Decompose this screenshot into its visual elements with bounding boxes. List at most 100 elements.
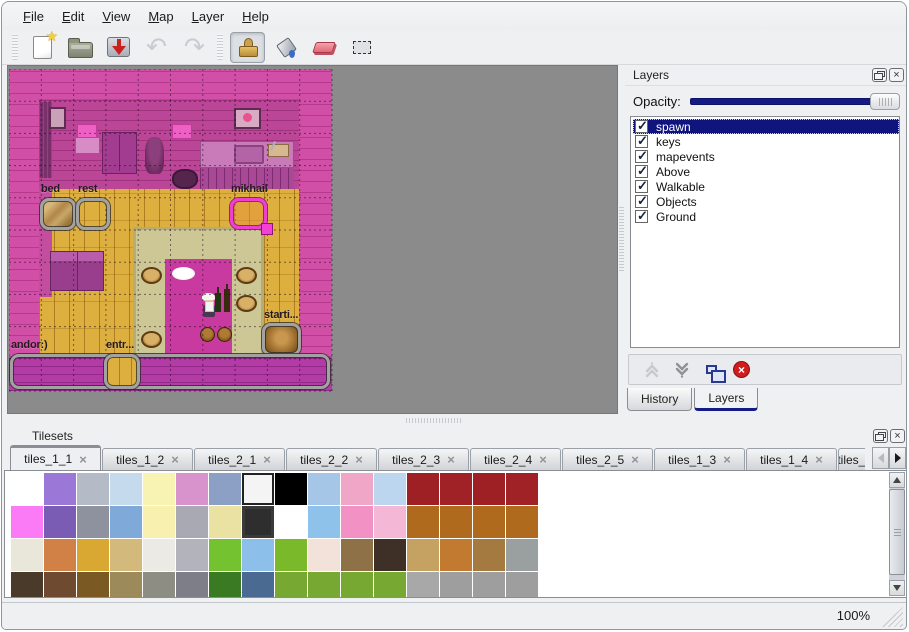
palette-tile-16[interactable] xyxy=(11,506,43,538)
palette-tile-49[interactable] xyxy=(44,572,76,598)
palette-tile-31[interactable] xyxy=(506,506,538,538)
tile-palette[interactable] xyxy=(4,470,907,598)
palette-tile-19[interactable] xyxy=(110,506,142,538)
layer-list[interactable]: spawnkeysmapeventsAboveWalkableObjectsGr… xyxy=(630,116,900,348)
layer-row-keys[interactable]: keys xyxy=(633,134,899,149)
tileset-tab-tiles_1_4[interactable]: tiles_1_4× xyxy=(746,448,837,470)
tileset-tab-tiles_2_3[interactable]: tiles_2_3× xyxy=(378,448,469,470)
palette-tile-12[interactable] xyxy=(407,473,439,505)
palette-tile-32[interactable] xyxy=(11,539,43,571)
palette-tile-51[interactable] xyxy=(110,572,142,598)
tileset-tab-tiles_1_[interactable]: tiles_1_ xyxy=(838,448,865,470)
layer-row-spawn[interactable]: spawn xyxy=(633,119,899,134)
palette-tile-45[interactable] xyxy=(440,539,472,571)
palette-tile-47[interactable] xyxy=(506,539,538,571)
eraser-button[interactable] xyxy=(306,32,341,63)
palette-tile-53[interactable] xyxy=(176,572,208,598)
palette-tile-6[interactable] xyxy=(209,473,241,505)
map-object-mikhail[interactable] xyxy=(230,198,267,229)
new-file-button[interactable] xyxy=(25,32,60,63)
palette-tile-4[interactable] xyxy=(143,473,175,505)
open-folder-button[interactable] xyxy=(63,32,98,63)
palette-tile-33[interactable] xyxy=(44,539,76,571)
palette-tile-0[interactable] xyxy=(11,473,43,505)
close-tab-icon[interactable]: × xyxy=(447,453,455,466)
palette-tile-24[interactable] xyxy=(275,506,307,538)
tileset-tab-tiles_2_1[interactable]: tiles_2_1× xyxy=(194,448,285,470)
palette-tile-46[interactable] xyxy=(473,539,505,571)
palette-tile-3[interactable] xyxy=(110,473,142,505)
close-tab-icon[interactable]: × xyxy=(723,453,731,466)
menu-view[interactable]: View xyxy=(93,6,139,27)
palette-tile-55[interactable] xyxy=(242,572,274,598)
save-button[interactable] xyxy=(101,32,136,63)
palette-tile-39[interactable] xyxy=(242,539,274,571)
layer-visibility-checkbox[interactable] xyxy=(635,210,648,223)
duplicate-layer-button[interactable] xyxy=(702,360,721,379)
tileset-tab-tiles_2_2[interactable]: tiles_2_2× xyxy=(286,448,377,470)
layer-visibility-checkbox[interactable] xyxy=(635,120,648,133)
palette-tile-41[interactable] xyxy=(308,539,340,571)
tab-history[interactable]: History xyxy=(627,388,692,411)
tab-layers[interactable]: Layers xyxy=(694,388,758,411)
close-tab-icon[interactable]: × xyxy=(815,453,823,466)
palette-tile-15[interactable] xyxy=(506,473,538,505)
tileset-tab-tiles_1_1[interactable]: tiles_1_1× xyxy=(10,445,101,470)
resize-grip[interactable] xyxy=(881,607,903,627)
map-object-entr[interactable] xyxy=(104,354,140,389)
map-canvas[interactable]: bedrestmikhailstarti...andor:)entr... xyxy=(9,69,332,391)
palette-tile-40[interactable] xyxy=(275,539,307,571)
layer-visibility-checkbox[interactable] xyxy=(635,195,648,208)
object-resize-handle[interactable] xyxy=(261,223,273,235)
tileset-tab-tiles_2_4[interactable]: tiles_2_4× xyxy=(470,448,561,470)
palette-tile-14[interactable] xyxy=(473,473,505,505)
palette-tile-54[interactable] xyxy=(209,572,241,598)
toolbar-drag-handle[interactable] xyxy=(12,34,18,60)
palette-tile-43[interactable] xyxy=(374,539,406,571)
close-tab-icon[interactable]: × xyxy=(263,453,271,466)
palette-tile-27[interactable] xyxy=(374,506,406,538)
map-object-bed[interactable] xyxy=(40,198,76,230)
palette-tile-30[interactable] xyxy=(473,506,505,538)
rect-select-button[interactable] xyxy=(344,32,379,63)
menu-layer[interactable]: Layer xyxy=(183,6,234,27)
close-tab-icon[interactable]: × xyxy=(79,453,87,466)
palette-tile-9[interactable] xyxy=(308,473,340,505)
palette-tile-22[interactable] xyxy=(209,506,241,538)
map-object-rest[interactable] xyxy=(76,198,110,230)
stamp-tool-button[interactable] xyxy=(230,32,265,63)
palette-tile-35[interactable] xyxy=(110,539,142,571)
close-panel-button[interactable]: × xyxy=(890,429,905,443)
layer-visibility-checkbox[interactable] xyxy=(635,135,648,148)
palette-tile-13[interactable] xyxy=(440,473,472,505)
layer-row-mapevents[interactable]: mapevents xyxy=(633,149,899,164)
menu-file[interactable]: File xyxy=(14,6,53,27)
palette-tile-10[interactable] xyxy=(341,473,373,505)
float-panel-button[interactable] xyxy=(872,68,887,82)
redo-button[interactable]: ↷ xyxy=(177,32,212,63)
delete-layer-button[interactable]: × xyxy=(732,360,751,379)
palette-tile-44[interactable] xyxy=(407,539,439,571)
menu-help[interactable]: Help xyxy=(233,6,278,27)
scroll-up-button[interactable] xyxy=(889,472,905,488)
tileset-tab-tiles_1_2[interactable]: tiles_1_2× xyxy=(102,448,193,470)
scroll-tabs-right-button[interactable] xyxy=(889,447,906,469)
layer-row-Ground[interactable]: Ground xyxy=(633,209,899,224)
palette-tile-50[interactable] xyxy=(77,572,109,598)
palette-tile-38[interactable] xyxy=(209,539,241,571)
palette-tile-36[interactable] xyxy=(143,539,175,571)
toolbar-drag-handle[interactable] xyxy=(217,34,223,60)
palette-tile-25[interactable] xyxy=(308,506,340,538)
opacity-slider-handle[interactable] xyxy=(870,93,900,110)
palette-tile-23[interactable] xyxy=(242,506,274,538)
palette-tile-7[interactable] xyxy=(242,473,274,505)
palette-tile-42[interactable] xyxy=(341,539,373,571)
palette-tile-17[interactable] xyxy=(44,506,76,538)
palette-tile-52[interactable] xyxy=(143,572,175,598)
scroll-down-button[interactable] xyxy=(889,580,905,596)
undo-button[interactable]: ↶ xyxy=(139,32,174,63)
palette-tile-11[interactable] xyxy=(374,473,406,505)
splitter-handle[interactable] xyxy=(406,418,462,423)
palette-tile-59[interactable] xyxy=(374,572,406,598)
palette-tile-8[interactable] xyxy=(275,473,307,505)
